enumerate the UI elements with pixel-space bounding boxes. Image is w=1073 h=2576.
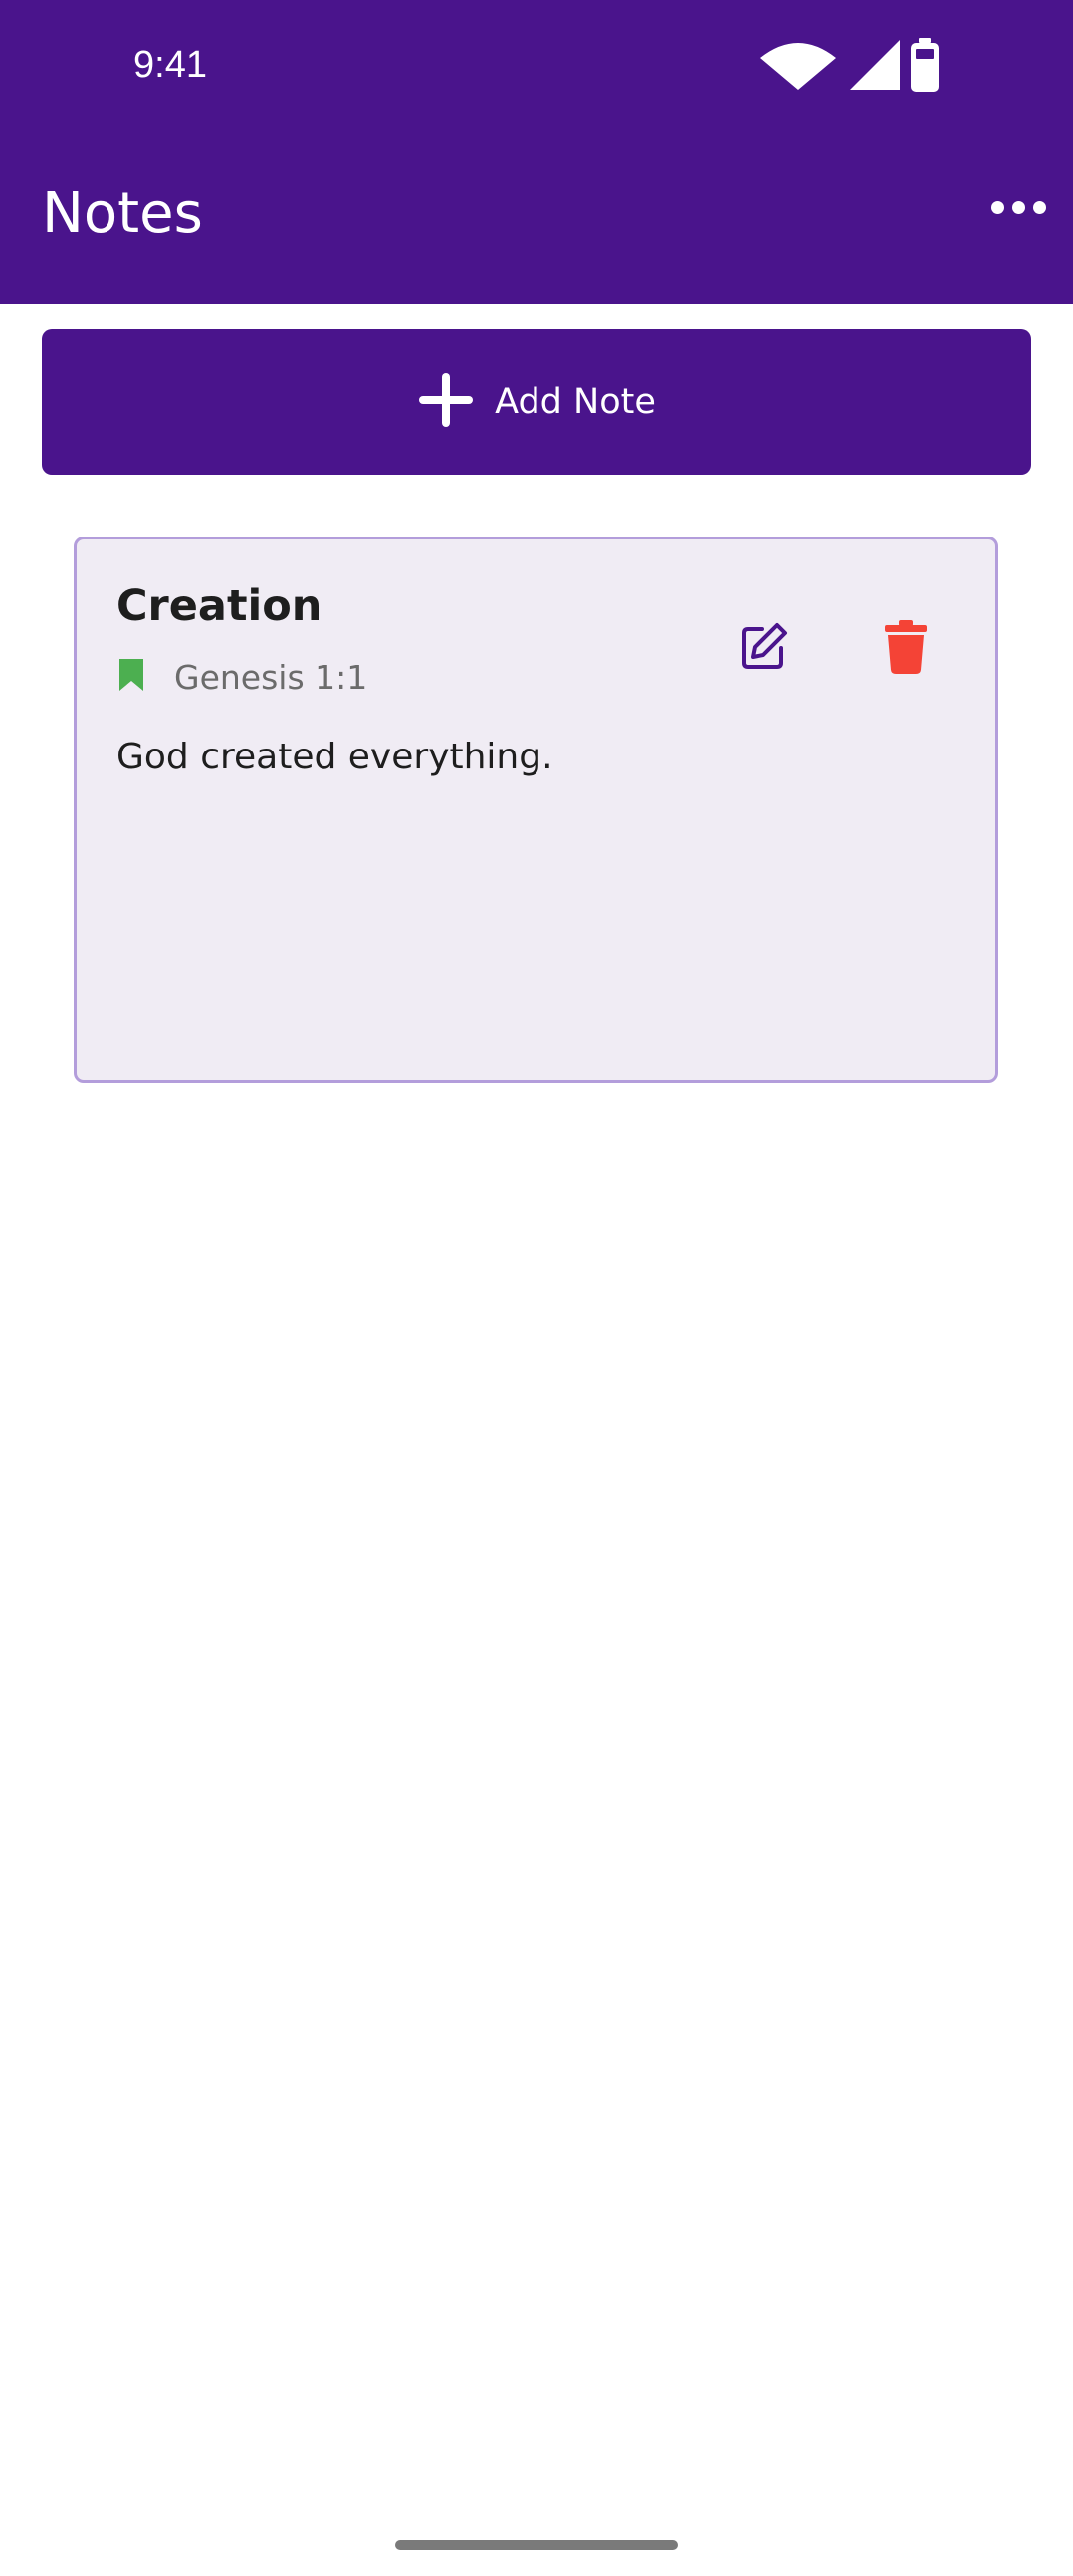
status-bar: 9:41 (0, 0, 1073, 139)
bookmark-icon (116, 657, 146, 697)
add-note-button[interactable]: Add Note (42, 329, 1031, 475)
note-body: God created everything. (116, 737, 553, 777)
note-card[interactable]: Creation Genesis 1:1 God created everyth… (74, 537, 998, 1083)
wifi-icon (758, 38, 838, 96)
app-bar: Notes (0, 139, 1073, 304)
status-time: 9:41 (133, 44, 207, 86)
delete-note-button[interactable] (866, 609, 946, 689)
more-options-button[interactable] (983, 179, 1053, 235)
note-reference: Genesis 1:1 (116, 657, 367, 697)
more-horizontal-icon (990, 200, 1004, 214)
cellular-signal-icon (848, 38, 902, 96)
add-note-label: Add Note (495, 382, 656, 422)
edit-icon (738, 621, 789, 677)
plus-icon (417, 371, 475, 433)
home-indicator[interactable] (395, 2540, 678, 2550)
battery-icon (908, 38, 942, 98)
edit-note-button[interactable] (724, 609, 803, 689)
note-title: Creation (116, 581, 322, 631)
page-title: Notes (42, 181, 203, 246)
note-reference-text: Genesis 1:1 (174, 657, 368, 697)
trash-icon (883, 620, 929, 678)
